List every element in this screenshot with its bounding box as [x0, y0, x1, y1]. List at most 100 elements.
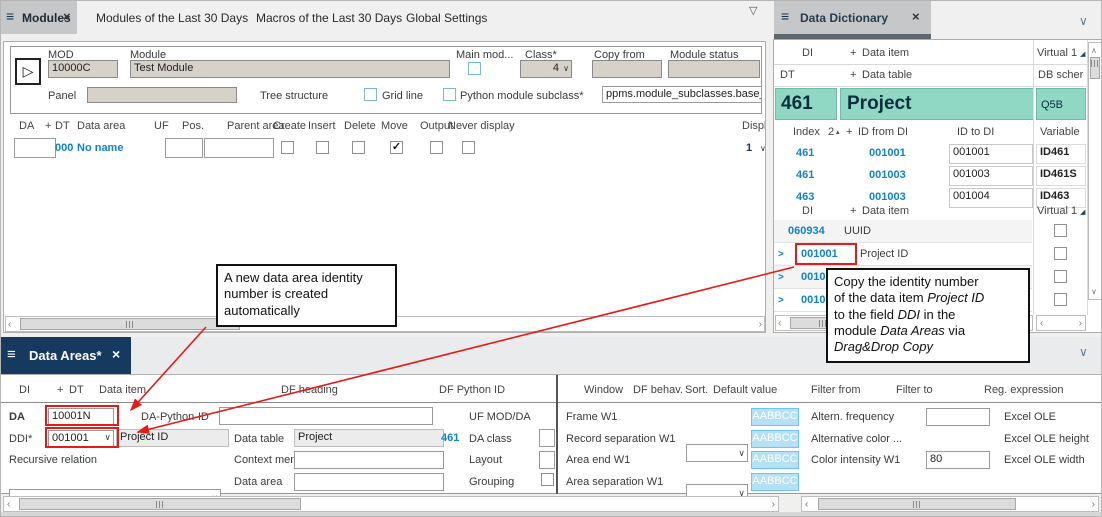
frame-w1-color-chip[interactable]: AABBCC [751, 408, 799, 426]
expand-icon[interactable]: > [778, 295, 784, 306]
move-checkbox[interactable]: ✓ [390, 141, 403, 154]
parent-area-cell-input[interactable] [204, 138, 274, 158]
tab-macros-30-days[interactable]: Macros of the Last 30 Days [256, 11, 402, 25]
virtual-checkbox[interactable] [1054, 270, 1067, 283]
dd-plus[interactable]: + [850, 205, 856, 217]
selected-table-schema-cell[interactable]: Q5B [1036, 88, 1086, 120]
mod-field[interactable]: 10000C [48, 60, 118, 78]
scroll-right-icon[interactable]: › [1092, 498, 1095, 511]
grid-line-checkbox[interactable] [364, 88, 377, 101]
python-subclass-field[interactable]: ppms.module_subclasses.base_clas [602, 86, 762, 103]
tab-modules[interactable]: ≡ Modules × [1, 1, 77, 34]
data-areas-h-scrollbar-right[interactable]: ‹ › [801, 496, 1099, 512]
run-module-button[interactable]: ▷ [15, 58, 41, 85]
da-plus[interactable]: + [57, 384, 63, 396]
scrollbar-thumb[interactable] [19, 498, 301, 510]
frame-w1-select[interactable]: ∨ [686, 444, 748, 462]
hamburger-icon[interactable]: ≡ [781, 8, 789, 24]
copy-from-field[interactable] [592, 60, 662, 78]
pos-cell-input[interactable] [165, 138, 203, 158]
tab-modules-30-days[interactable]: Modules of the Last 30 Days [96, 11, 248, 25]
data-item-row[interactable]: 060934 UUID [774, 220, 1032, 243]
collapse-chevron-icon[interactable]: ∨ [1079, 14, 1088, 28]
scrollbar-thumb[interactable] [1090, 57, 1100, 79]
python-subclass-checkbox[interactable] [443, 88, 456, 101]
scroll-left-icon[interactable]: ‹ [805, 498, 808, 511]
dd-plus[interactable]: + [850, 69, 856, 81]
area-separation-color-chip[interactable]: AABBCC [751, 473, 799, 491]
dd-mini-h-scrollbar[interactable]: ‹ › [1036, 315, 1086, 331]
dd-plus[interactable]: + [850, 47, 856, 59]
id-to-cell[interactable]: 001003 [949, 166, 1033, 186]
dd-di-header: DI [802, 205, 813, 217]
scroll-up-icon[interactable]: ∧ [1091, 44, 1097, 57]
collapse-chevron-icon[interactable]: ∨ [1079, 345, 1088, 359]
module-form-box [10, 46, 762, 114]
index-row[interactable]: 461 001001 001001 ID461 [774, 143, 1088, 165]
tab-data-dictionary[interactable]: ≡ Data Dictionary × [774, 1, 931, 34]
id-to-cell[interactable]: 001004 [949, 188, 1033, 208]
context-menu-field[interactable] [294, 451, 444, 469]
scroll-down-icon[interactable]: ∨ [1091, 285, 1097, 298]
virtual-checkbox[interactable] [1054, 293, 1067, 306]
expand-icon[interactable]: > [778, 272, 784, 283]
module-status-field[interactable] [668, 60, 760, 78]
insert-checkbox[interactable] [316, 141, 329, 154]
selected-table-row[interactable]: 461 [775, 88, 837, 120]
class-select[interactable]: 4 ∨ [520, 60, 572, 78]
variable-cell[interactable]: ID461S [1036, 166, 1086, 186]
panel-field[interactable] [87, 87, 237, 103]
main-mod-checkbox[interactable] [468, 62, 481, 75]
virtual-checkbox[interactable] [1054, 247, 1067, 260]
scroll-right-icon[interactable]: › [759, 318, 762, 331]
scrollbar-thumb[interactable] [818, 498, 1016, 510]
variable-cell[interactable]: ID461 [1036, 144, 1086, 164]
index-plus[interactable]: + [846, 126, 852, 138]
scroll-right-icon[interactable]: › [1079, 317, 1082, 330]
output-checkbox[interactable] [430, 141, 443, 154]
selected-table-name-cell[interactable]: Project [840, 88, 1034, 120]
expand-icon[interactable]: > [778, 249, 784, 260]
id-to-cell[interactable]: 001001 [949, 144, 1033, 164]
col-plus[interactable]: + [45, 120, 51, 132]
close-icon[interactable]: × [63, 9, 71, 24]
area-end-color-chip[interactable]: AABBCC [751, 451, 799, 469]
module-field[interactable]: Test Module [130, 60, 450, 78]
scrollbar-thumb[interactable] [20, 318, 240, 330]
scroll-left-icon[interactable]: ‹ [778, 317, 781, 330]
data-area-field[interactable] [294, 473, 444, 491]
layout-field[interactable] [539, 451, 555, 469]
delete-checkbox[interactable] [352, 141, 365, 154]
da-python-id-field[interactable] [219, 407, 433, 425]
scroll-left-icon[interactable]: ‹ [8, 318, 11, 331]
virtual-checkbox[interactable] [1054, 224, 1067, 237]
data-table-value: Project [298, 431, 332, 443]
tab-overflow-icon[interactable]: ▽ [749, 4, 757, 17]
dropdown-icon[interactable]: ∨ [760, 144, 766, 153]
scroll-left-icon[interactable]: ‹ [7, 498, 10, 511]
close-icon[interactable]: × [112, 346, 120, 362]
hamburger-icon[interactable]: ≡ [7, 346, 16, 363]
da-class-field[interactable] [539, 429, 555, 447]
record-separation-color-chip[interactable]: AABBCC [751, 430, 799, 448]
never-display-checkbox[interactable] [462, 141, 475, 154]
scroll-right-icon[interactable]: › [772, 498, 775, 511]
scroll-left-icon[interactable]: ‹ [1040, 317, 1043, 330]
sort-corner-icon: ◢ [1080, 208, 1085, 216]
grid-row[interactable]: 000 No name ✓ 1 ∨ [4, 136, 766, 160]
close-icon[interactable]: × [912, 9, 920, 24]
data-table-id[interactable]: 461 [441, 432, 459, 444]
create-checkbox[interactable] [281, 141, 294, 154]
altern-frequency-field[interactable] [926, 408, 990, 426]
data-table-label: Data table [234, 433, 284, 445]
tab-global-settings[interactable]: Global Settings [406, 11, 487, 25]
dd-v-scrollbar[interactable]: ∧ ∨ [1088, 42, 1102, 300]
tab-data-areas[interactable]: ≡ Data Areas* × [1, 337, 131, 374]
index-row[interactable]: 461 001003 001003 ID461S [774, 165, 1088, 187]
dd-db-schema-header: DB scher [1038, 69, 1086, 81]
color-intensity-field[interactable]: 80 [926, 451, 990, 469]
grouping-checkbox[interactable] [541, 473, 554, 486]
data-areas-h-scrollbar-left[interactable]: ‹ › [3, 496, 779, 512]
hamburger-icon[interactable]: ≡ [6, 8, 14, 24]
da-cell-input[interactable] [14, 138, 56, 158]
